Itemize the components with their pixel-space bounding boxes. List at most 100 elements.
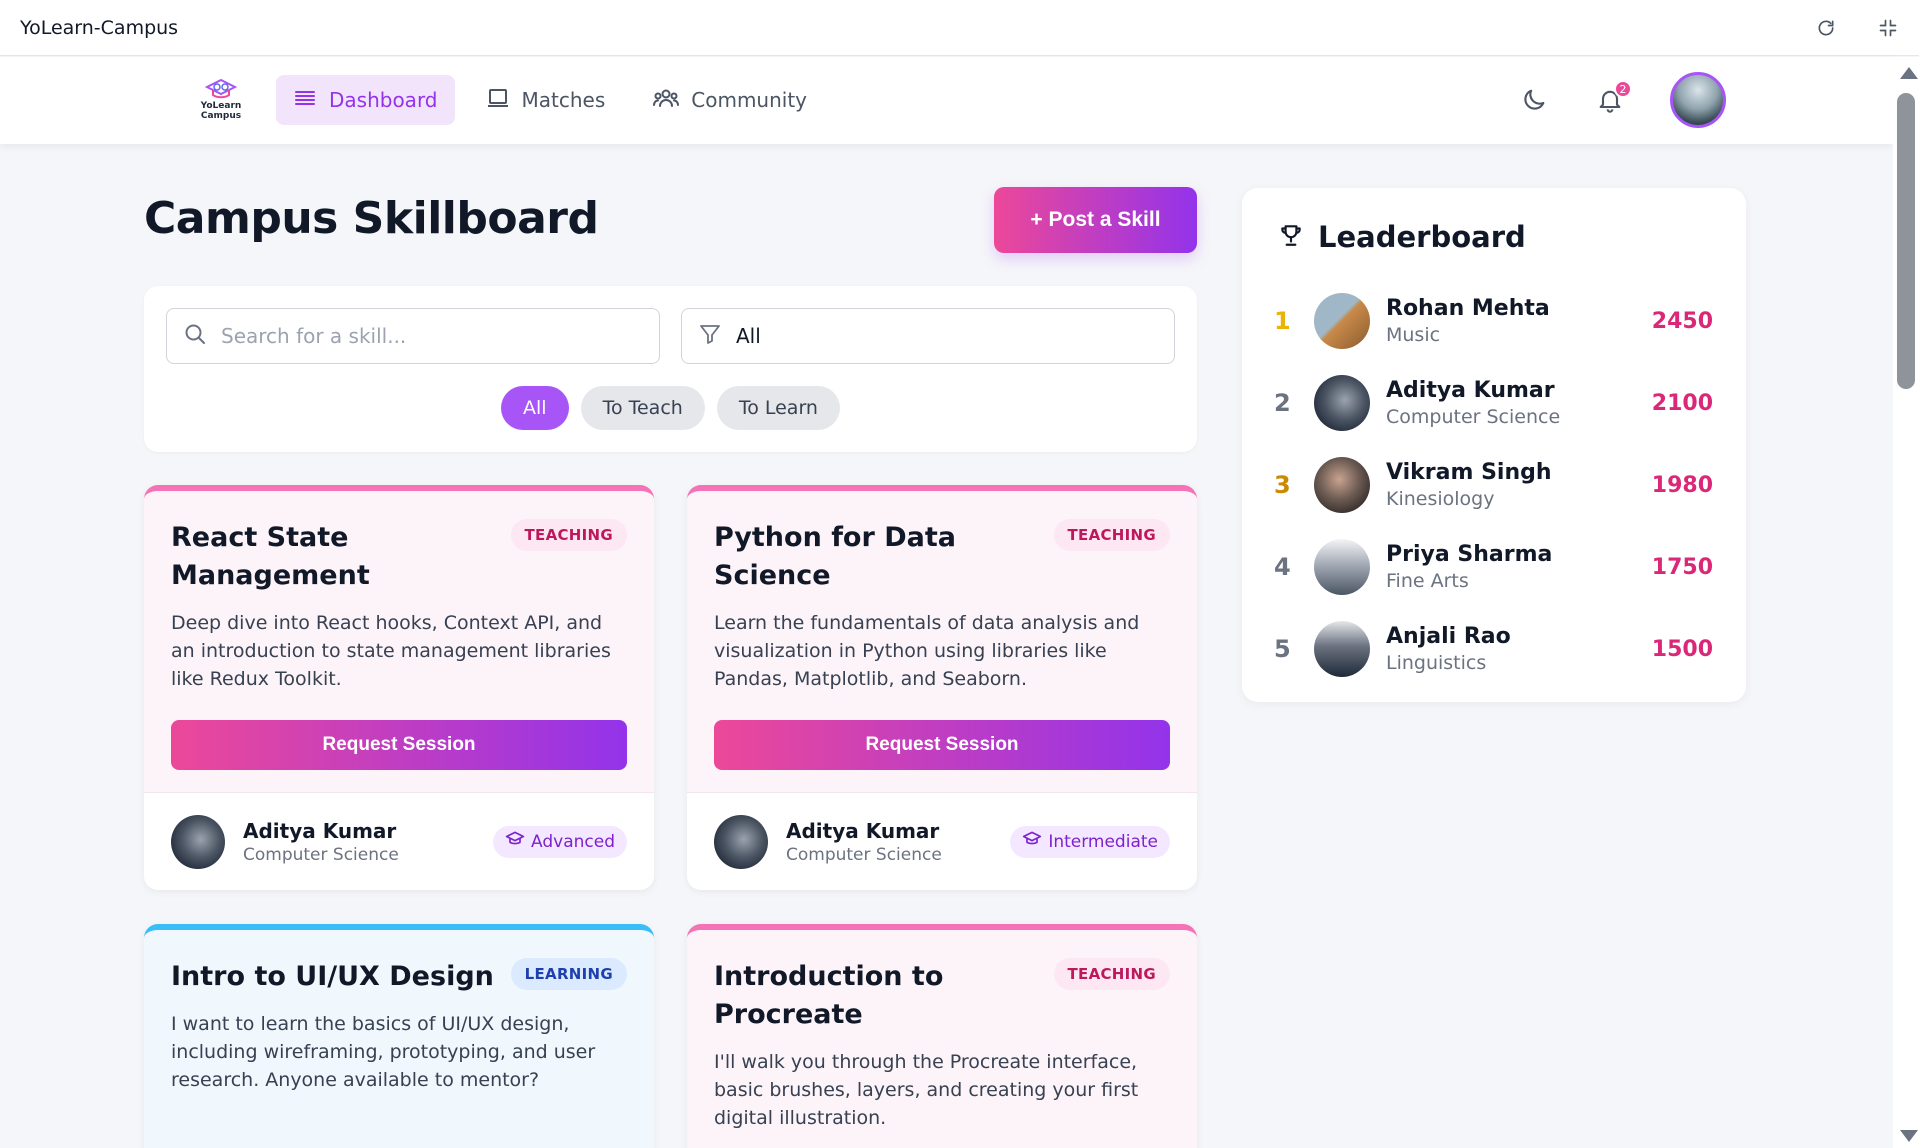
scrollbar-thumb[interactable] (1897, 93, 1915, 389)
leaderboard-row[interactable]: 3 Vikram Singh Kinesiology 1980 (1242, 444, 1746, 526)
search-icon (183, 322, 207, 350)
page-scrollbar[interactable] (1893, 57, 1919, 1148)
leaderboard-row[interactable]: 5 Anjali Rao Linguistics 1500 (1242, 608, 1746, 690)
logo-text: YoLearn Campus (200, 101, 242, 121)
nav-link-matches[interactable]: Matches (469, 75, 623, 125)
graduation-cap-icon (1022, 829, 1042, 854)
leaderboard-avatar (1314, 375, 1370, 431)
leaderboard-list: 1 Rohan Mehta Music 2450 2 Aditya Kumar … (1242, 280, 1746, 690)
category-filter-select[interactable]: All (681, 308, 1175, 364)
leaderboard-name: Priya Sharma (1386, 542, 1553, 567)
card-type-badge: TEACHING (1053, 519, 1170, 551)
menu-icon (293, 86, 317, 115)
author-avatar[interactable] (714, 814, 768, 869)
nav-link-label: Dashboard (329, 88, 438, 112)
leaderboard-panel: Leaderboard 1 Rohan Mehta Music 2450 2 A… (1242, 188, 1746, 702)
card-footer: Aditya Kumar Computer Science Intermedia… (687, 792, 1197, 890)
card-description: Deep dive into React hooks, Context API,… (171, 612, 611, 690)
request-session-button[interactable]: Request Session (171, 720, 627, 770)
scroll-up-arrow-icon[interactable] (1900, 67, 1918, 79)
leaderboard-avatar (1314, 621, 1370, 677)
leaderboard-department: Music (1386, 324, 1441, 346)
leaderboard-row[interactable]: 2 Aditya Kumar Computer Science 2100 (1242, 362, 1746, 444)
nav-link-label: Matches (521, 88, 606, 112)
leaderboard-name: Anjali Rao (1386, 624, 1511, 649)
skill-level-label: Intermediate (1048, 831, 1158, 852)
pill-to-learn[interactable]: To Learn (716, 386, 840, 430)
filter-pills: All To Teach To Learn (144, 386, 1197, 430)
card-type-badge: TEACHING (1053, 958, 1170, 990)
leaderboard-name: Aditya Kumar (1386, 378, 1555, 403)
leaderboard-score: 1750 (1651, 554, 1713, 580)
app-title: YoLearn-Campus (20, 16, 179, 39)
nav-actions: 2 (1518, 72, 1726, 128)
leaderboard-name: Rohan Mehta (1386, 296, 1550, 321)
filter-value: All (736, 324, 761, 348)
leaderboard-avatar (1314, 539, 1370, 595)
card-footer: Aditya Kumar Computer Science Advanced (144, 792, 654, 890)
skill-level-badge: Intermediate (1010, 825, 1170, 858)
leaderboard-score: 1500 (1651, 636, 1713, 662)
leaderboard-score: 2100 (1651, 390, 1713, 416)
card-title: Python for Data Science (714, 522, 956, 591)
skill-level-label: Advanced (531, 831, 615, 852)
leaderboard-row[interactable]: 1 Rohan Mehta Music 2450 (1242, 280, 1746, 362)
author-department: Computer Science (786, 844, 942, 865)
search-input[interactable] (221, 324, 641, 348)
card-type-badge: TEACHING (510, 519, 627, 551)
leaderboard-score: 1980 (1651, 472, 1713, 498)
leaderboard-avatar (1314, 293, 1370, 349)
author-name: Aditya Kumar (243, 818, 397, 843)
card-type-badge: LEARNING (510, 958, 627, 990)
user-avatar[interactable] (1670, 72, 1726, 128)
nav-link-dashboard[interactable]: Dashboard (276, 75, 455, 125)
nav-link-community[interactable]: Community (636, 75, 824, 125)
moon-icon[interactable] (1518, 84, 1550, 116)
nav-link-label: Community (691, 88, 808, 112)
graduation-cap-icon (505, 829, 525, 854)
author-name: Aditya Kumar (786, 818, 940, 843)
pill-to-teach[interactable]: To Teach (580, 386, 705, 430)
rank-number: 4 (1274, 553, 1291, 581)
leaderboard-department: Linguistics (1386, 652, 1487, 674)
card-title: Intro to UI/UX Design (171, 961, 494, 992)
pill-all[interactable]: All (501, 386, 569, 430)
post-skill-button[interactable]: + Post a Skill (994, 187, 1197, 253)
author-department: Computer Science (243, 844, 399, 865)
skill-card: Intro to UI/UX Design LEARNING I want to… (144, 924, 654, 1148)
collapse-icon[interactable] (1877, 17, 1899, 39)
search-box (166, 308, 660, 364)
card-description: I'll walk you through the Procreate inte… (714, 1051, 1139, 1129)
trophy-icon (1278, 222, 1304, 252)
laptop-icon (486, 86, 510, 115)
leaderboard-department: Kinesiology (1386, 488, 1495, 510)
leaderboard-row[interactable]: 4 Priya Sharma Fine Arts 1750 (1242, 526, 1746, 608)
card-title: Introduction to Procreate (714, 961, 944, 1030)
request-session-button[interactable]: Request Session (714, 720, 1170, 770)
nav-links: Dashboard Matches Community (276, 75, 824, 125)
skill-card: React State Management TEACHING Deep div… (144, 485, 654, 890)
rank-number: 3 (1274, 471, 1291, 499)
card-title: React State Management (171, 522, 370, 591)
author-avatar[interactable] (171, 814, 225, 869)
bell-icon[interactable]: 2 (1594, 80, 1632, 116)
rank-number: 2 (1274, 389, 1291, 417)
leaderboard-score: 2450 (1651, 308, 1713, 334)
leaderboard-name: Vikram Singh (1386, 460, 1552, 485)
skill-level-badge: Advanced (493, 825, 627, 858)
leaderboard-title: Leaderboard (1318, 220, 1526, 254)
leaderboard-department: Computer Science (1386, 406, 1561, 428)
filter-icon (698, 322, 722, 351)
app-logo[interactable]: YoLearn Campus (199, 75, 243, 127)
card-description: Learn the fundamentals of data analysis … (714, 612, 1140, 690)
skill-card: Introduction to Procreate TEACHING I'll … (687, 924, 1197, 1148)
leaderboard-avatar (1314, 457, 1370, 513)
refresh-icon[interactable] (1815, 17, 1837, 39)
window-titlebar: YoLearn-Campus (0, 0, 1919, 56)
notification-badge: 2 (1614, 80, 1632, 98)
scroll-down-arrow-icon[interactable] (1900, 1130, 1918, 1142)
card-description: I want to learn the basics of UI/UX desi… (171, 1013, 596, 1091)
filter-panel: All All To Teach To Learn (144, 286, 1197, 452)
rank-number: 1 (1274, 307, 1291, 335)
skill-card: Python for Data Science TEACHING Learn t… (687, 485, 1197, 890)
